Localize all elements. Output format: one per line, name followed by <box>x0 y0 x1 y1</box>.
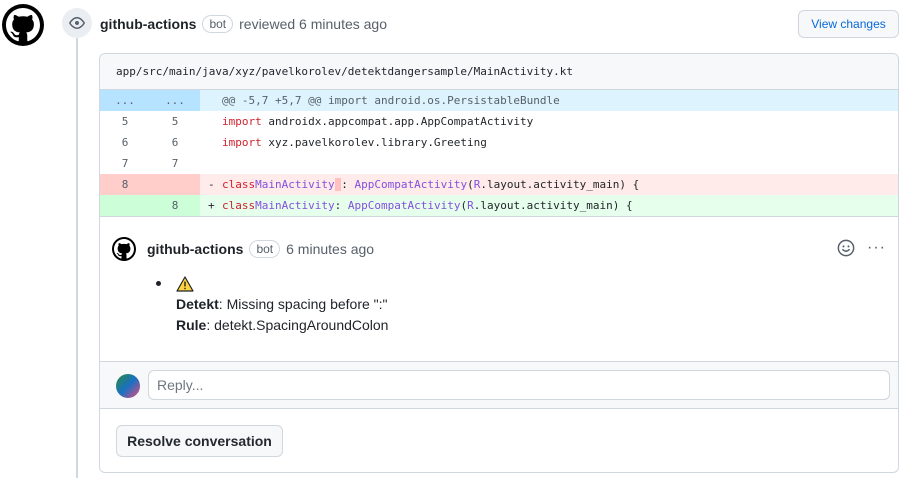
diff-context-row: 6 6 import xyz.pavelkorolev.library.Gree… <box>100 132 898 153</box>
super-class: AppCompatActivity <box>354 178 468 191</box>
review-header: github-actions bot reviewed 6 minutes ag… <box>100 14 387 34</box>
diff-context-row: 7 7 <box>100 153 898 174</box>
code-text: androidx.appcompat.app.AppCompatActivity <box>261 115 534 128</box>
line-number-left[interactable]: 8 <box>100 174 150 195</box>
comment-header: github-actions bot 6 minutes ago <box>147 240 374 258</box>
review-eye-badge <box>62 8 92 38</box>
line-number-right-empty[interactable] <box>150 174 200 195</box>
line-number-right[interactable]: 6 <box>150 132 200 153</box>
review-author-link[interactable]: github-actions <box>100 16 196 32</box>
expand-up-button[interactable]: ... <box>100 90 150 111</box>
view-changes-button[interactable]: View changes <box>798 10 899 38</box>
bot-badge: bot <box>249 240 281 258</box>
line-number-left[interactable]: 5 <box>100 111 150 132</box>
line-number-right[interactable]: 7 <box>150 153 200 174</box>
warning-icon <box>176 275 194 292</box>
diff-sign: + <box>208 199 215 212</box>
timeline-line <box>76 38 78 478</box>
keyword-import: import <box>222 136 262 149</box>
review-thread-card: app/src/main/java/xyz/pavelkorolev/detek… <box>99 53 899 473</box>
detekt-label: Detekt <box>176 296 219 312</box>
review-comment: github-actions bot 6 minutes ago ··· Det… <box>100 216 898 356</box>
reply-input[interactable] <box>148 370 890 400</box>
line-number-left[interactable]: 6 <box>100 132 150 153</box>
r-class: R <box>467 199 474 212</box>
code-text: : <box>334 199 348 212</box>
comment-actions: ··· <box>837 239 886 257</box>
code-line: - class MainActivity : AppCompatActivity(… <box>200 174 898 195</box>
list-item <box>156 273 388 294</box>
github-actions-avatar[interactable] <box>2 4 44 46</box>
github-logo-icon <box>114 239 134 259</box>
bot-badge: bot <box>202 15 234 33</box>
code-line: import xyz.pavelkorolev.library.Greeting <box>200 132 898 153</box>
code-line: + class MainActivity: AppCompatActivity(R… <box>200 195 898 216</box>
diff-sign: - <box>208 178 215 191</box>
kebab-menu-icon[interactable]: ··· <box>867 239 886 257</box>
diff-hunk-row: ... ... @@ -5,7 +5,7 @@ import android.o… <box>100 90 898 111</box>
resolve-conversation-button[interactable]: Resolve conversation <box>116 425 283 457</box>
smiley-icon[interactable] <box>837 239 855 257</box>
comment-author-link[interactable]: github-actions <box>147 241 243 257</box>
line-number-right[interactable]: 8 <box>150 195 200 216</box>
bullet-dot <box>156 281 161 286</box>
review-action-text: reviewed 6 minutes ago <box>239 16 387 32</box>
reply-bar <box>100 361 898 409</box>
diff-context-row: 5 5 import androidx.appcompat.app.AppCom… <box>100 111 898 132</box>
eye-icon <box>69 17 85 29</box>
removed-space-highlight <box>334 178 342 191</box>
comment-avatar[interactable] <box>112 237 136 261</box>
rule-text: : detekt.SpacingAroundColon <box>206 317 389 333</box>
file-path-link[interactable]: app/src/main/java/xyz/pavelkorolev/detek… <box>116 65 573 78</box>
detekt-message: Detekt: Missing spacing before ":" <box>176 294 388 315</box>
line-number-left-empty[interactable] <box>100 195 150 216</box>
expand-down-button[interactable]: ... <box>150 90 200 111</box>
rule-label: Rule <box>176 317 207 333</box>
code-text: ( <box>467 178 474 191</box>
comment-timestamp[interactable]: 6 minutes ago <box>286 241 374 257</box>
hunk-header-text: @@ -5,7 +5,7 @@ import android.os.Persis… <box>222 94 560 107</box>
current-user-avatar[interactable] <box>116 374 140 398</box>
line-number-left[interactable]: 7 <box>100 153 150 174</box>
diff-added-row: 8 + class MainActivity: AppCompatActivity… <box>100 195 898 216</box>
rule-message: Rule: detekt.SpacingAroundColon <box>176 315 388 336</box>
keyword-import: import <box>222 115 262 128</box>
class-name: MainActivity <box>255 199 335 212</box>
diff-deleted-row: 8 - class MainActivity : AppCompatActivit… <box>100 174 898 195</box>
comment-body: Detekt: Missing spacing before ":" Rule:… <box>156 273 388 336</box>
class-name: MainActivity <box>255 178 335 191</box>
code-line: import androidx.appcompat.app.AppCompatA… <box>200 111 898 132</box>
file-path-header: app/src/main/java/xyz/pavelkorolev/detek… <box>100 54 898 90</box>
code-text: .layout.activity_main) { <box>480 178 640 191</box>
code-text: xyz.pavelkorolev.library.Greeting <box>261 136 487 149</box>
super-class: AppCompatActivity <box>347 199 461 212</box>
keyword-class: class <box>222 199 256 212</box>
detekt-text: : Missing spacing before ":" <box>218 296 388 312</box>
code-text: .layout.activity_main) { <box>473 199 633 212</box>
code-text: ( <box>460 199 468 212</box>
code-text: : <box>341 178 355 191</box>
r-class: R <box>473 178 481 191</box>
keyword-class: class <box>222 178 256 191</box>
github-logo-icon <box>6 8 40 42</box>
line-number-right[interactable]: 5 <box>150 111 200 132</box>
